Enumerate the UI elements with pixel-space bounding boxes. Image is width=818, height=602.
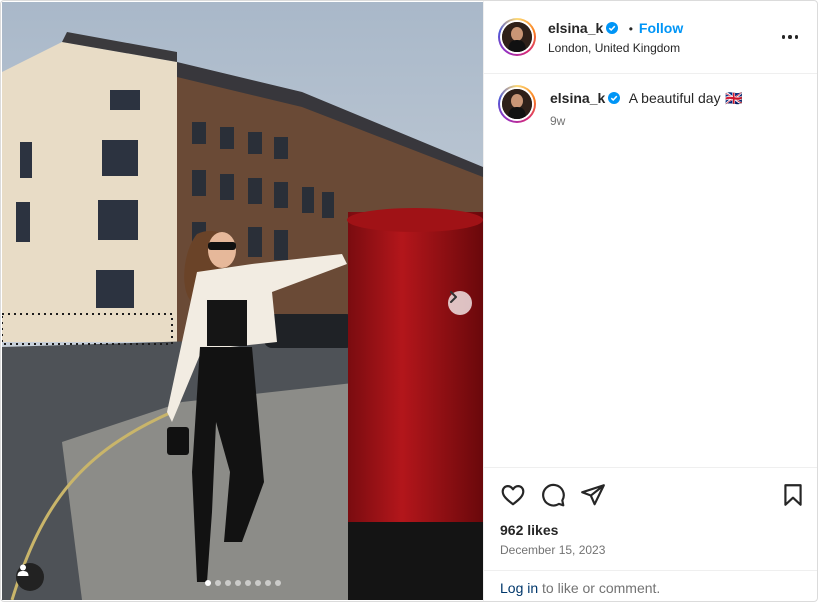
paper-plane-icon[interactable] — [580, 482, 606, 508]
post-actions: 962 likes December 15, 2023 Log in to li… — [484, 467, 817, 601]
post-photo — [2, 2, 483, 600]
user-tags-button[interactable] — [16, 563, 44, 591]
carousel-dot — [214, 580, 221, 586]
carousel-dot — [274, 580, 281, 586]
carousel-next-button[interactable] — [448, 291, 472, 315]
carousel-dot — [244, 580, 251, 586]
comment-icon[interactable] — [540, 482, 566, 508]
separator-dot: • — [628, 22, 633, 36]
carousel-dot — [254, 580, 261, 586]
carousel-indicators — [2, 580, 483, 586]
chevron-right-icon — [450, 291, 457, 303]
carousel-dot — [224, 580, 231, 586]
avatar[interactable] — [498, 18, 536, 56]
carousel-dot — [204, 580, 211, 586]
profile-picture — [502, 22, 532, 52]
post-modal: elsina_k • Follow London, United Kingdom … — [0, 0, 818, 602]
carousel-dot — [264, 580, 271, 586]
flag-emoji: 🇬🇧 — [725, 90, 743, 106]
login-prompt-text: to like or comment. — [538, 580, 661, 596]
follow-button[interactable]: Follow — [639, 20, 683, 36]
likes-count[interactable]: 962 likes — [500, 522, 558, 538]
caption-avatar[interactable] — [498, 85, 536, 123]
user-tag-icon — [17, 564, 29, 576]
carousel-dot — [234, 580, 241, 586]
post-date[interactable]: December 15, 2023 — [500, 543, 605, 557]
heart-icon[interactable] — [500, 482, 526, 508]
caption-text: A beautiful day — [628, 90, 721, 106]
caption-username[interactable]: elsina_k — [550, 90, 605, 106]
verified-badge-icon — [608, 92, 621, 104]
post-header: elsina_k • Follow London, United Kingdom — [484, 1, 817, 74]
more-options-button[interactable] — [780, 27, 800, 47]
post-media[interactable] — [2, 2, 483, 600]
verified-badge-icon — [606, 22, 619, 34]
post-author-username[interactable]: elsina_k — [548, 20, 603, 36]
login-link[interactable]: Log in — [500, 580, 538, 596]
caption-timestamp[interactable]: 9w — [550, 114, 565, 128]
bookmark-icon[interactable] — [780, 482, 806, 508]
login-prompt: Log in to like or comment. — [484, 570, 817, 601]
post-sidebar: elsina_k • Follow London, United Kingdom … — [483, 1, 817, 601]
post-location[interactable]: London, United Kingdom — [548, 41, 680, 55]
